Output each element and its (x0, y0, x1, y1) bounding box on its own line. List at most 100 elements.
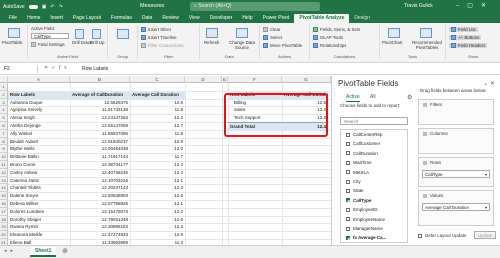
table-cell[interactable]: Debera Wilker (8, 200, 70, 208)
field-item[interactable]: City (346, 177, 361, 186)
table-cell[interactable]: 12.3 (130, 223, 185, 231)
field-search-input[interactable]: Search (340, 117, 408, 125)
row-header[interactable]: 20 (0, 231, 8, 239)
user-name[interactable]: Travis Gulick (404, 3, 433, 9)
tab-home[interactable]: Home (22, 15, 45, 23)
redo-icon[interactable]: ↷ (59, 4, 63, 10)
field-item[interactable]: fx Average Ca... (346, 233, 386, 242)
save-icon[interactable]: ▣ (42, 4, 47, 10)
table-cell[interactable]: Alesia Singh (8, 114, 70, 122)
move-pivottable-button[interactable]: Move PivotTable (263, 43, 302, 48)
defer-checkbox-box[interactable] (418, 233, 422, 238)
column-header[interactable]: F (228, 76, 282, 83)
autosave-toggle[interactable] (28, 4, 38, 9)
table-cell[interactable]: 12.40738235 (70, 169, 130, 177)
table-cell[interactable]: 12.79031348 (70, 216, 130, 224)
formula-input[interactable]: Row Labels (82, 65, 108, 73)
field-item[interactable]: WaitTime (346, 158, 372, 167)
defer-layout-checkbox[interactable]: Defer Layout Update (418, 233, 467, 238)
table-cell[interactable]: Agripina Snively (8, 106, 70, 114)
table-cell[interactable]: Bruno Currie (8, 161, 70, 169)
update-button[interactable]: Update (474, 231, 496, 239)
filter-connections-button[interactable]: Filter Connections (141, 43, 183, 48)
tab-page-layout[interactable]: Page Layout (68, 15, 106, 23)
table-cell[interactable]: 12.50638803 (70, 192, 130, 200)
table-cell[interactable]: 12.4 (130, 161, 185, 169)
table-cell[interactable]: 12.38734177 (70, 161, 130, 169)
table-cell[interactable]: 12.2 (130, 208, 185, 216)
rows-field-calltype[interactable]: CallType ▾ (422, 170, 490, 178)
row-header[interactable]: 15 (0, 192, 8, 200)
field-checkbox[interactable] (346, 160, 350, 165)
field-item[interactable]: MetSLA (346, 168, 369, 177)
row-header[interactable]: 2 (0, 90, 8, 99)
field-checkbox[interactable] (346, 217, 350, 222)
row-header[interactable]: 17 (0, 207, 8, 216)
filters-area[interactable]: Filters (418, 99, 494, 125)
table-header-cell[interactable]: Row Labels (8, 90, 70, 99)
table-header-cell[interactable]: Average of CallDuration (70, 90, 130, 99)
table-header-cell[interactable]: Average Call Duration (130, 90, 185, 99)
field-item[interactable]: CallCenterRep (346, 130, 383, 139)
field-item[interactable]: ManagerName (346, 224, 383, 233)
table-cell[interactable]: 11.91733138 (70, 106, 130, 114)
table-cell[interactable]: Dalene Smyre (8, 192, 70, 200)
table-cell[interactable]: 11.9 (130, 130, 185, 138)
column-header[interactable]: D (185, 76, 222, 83)
clear-button[interactable]: Clear (263, 27, 281, 32)
column-header[interactable]: C (130, 76, 185, 83)
tab-help[interactable]: Help (237, 15, 257, 23)
field-checkbox[interactable] (346, 170, 350, 175)
table-cell[interactable]: 12.2 (130, 114, 185, 122)
row-header[interactable]: 16 (0, 200, 8, 208)
table-cell[interactable]: 12.1 (130, 177, 185, 185)
field-checkbox[interactable] (346, 188, 350, 193)
table-cell[interactable]: 12.24147263 (70, 114, 130, 122)
tab-design[interactable]: Design (349, 15, 375, 23)
refresh-button[interactable]: Refresh (204, 40, 219, 45)
table-cell[interactable]: 12.15475073 (70, 208, 130, 216)
table-cell[interactable]: Ally Winkel (8, 130, 70, 138)
table-cell[interactable]: 12.47274933 (70, 231, 130, 239)
field-item[interactable]: EmployeeID (346, 205, 378, 214)
tab-pivottable-analyze[interactable]: PivotTable Analyze (294, 14, 350, 23)
values-area[interactable]: Values Average Call Duration ▾ (418, 190, 494, 226)
field-headers-button[interactable]: Field Headers (449, 43, 488, 48)
table-cell[interactable]: 12.07796825 (70, 200, 130, 208)
table-cell[interactable]: 12.5629375 (70, 99, 130, 107)
row-header[interactable]: 10 (0, 153, 8, 161)
active-field-input[interactable]: CallType (31, 33, 69, 39)
name-box[interactable]: F2 (2, 65, 38, 73)
row-header[interactable]: 19 (0, 223, 8, 232)
table-cell[interactable]: Aletha Dejonge (8, 122, 70, 130)
table-cell[interactable]: Blythe Wells (8, 145, 70, 153)
field-item[interactable]: EmployeeName (346, 215, 385, 224)
column-header[interactable]: G (282, 76, 331, 83)
insert-slicer-button[interactable]: Insert Slicer (141, 27, 171, 32)
table-cell[interactable]: 12.91840237 (70, 138, 130, 146)
drill-up-button[interactable]: Drill Up (90, 40, 104, 45)
select-button[interactable]: Select (263, 35, 282, 40)
recommended-pivottables-button[interactable]: Recommended PivotTables (410, 40, 444, 50)
table-cell[interactable]: 12.10703226 (70, 177, 130, 185)
row-header[interactable]: 12 (0, 168, 8, 177)
table-cell[interactable]: 11.86937086 (70, 130, 130, 138)
row-header[interactable]: 1 (0, 83, 8, 91)
table-cell[interactable]: Brittanie Ballin (8, 153, 70, 161)
table-cell[interactable]: 11.7 (130, 153, 185, 161)
column-header[interactable]: B (70, 76, 130, 83)
field-settings-button[interactable]: Field Settings (31, 42, 65, 47)
relationships-button[interactable]: Relationships (313, 43, 346, 48)
field-checkbox[interactable] (346, 235, 350, 240)
gear-icon[interactable]: ⚙ (407, 94, 412, 101)
values-field-average[interactable]: Average Call Duration ▾ (422, 203, 490, 211)
columns-area[interactable]: Columns (418, 128, 494, 154)
tab-power-pivot[interactable]: Power Pivot (258, 15, 295, 23)
search-box[interactable]: ⌕ Search (Alt+Q) (190, 2, 320, 11)
table-cell[interactable]: 12.30237143 (70, 184, 130, 192)
field-item[interactable]: State (346, 186, 364, 195)
row-header[interactable]: 18 (0, 215, 8, 224)
sheet-tab-sheet1[interactable]: Sheet1 (30, 247, 57, 257)
table-cell[interactable]: 12.7 (130, 122, 185, 130)
insert-timeline-button[interactable]: Insert Timeline (141, 35, 177, 40)
